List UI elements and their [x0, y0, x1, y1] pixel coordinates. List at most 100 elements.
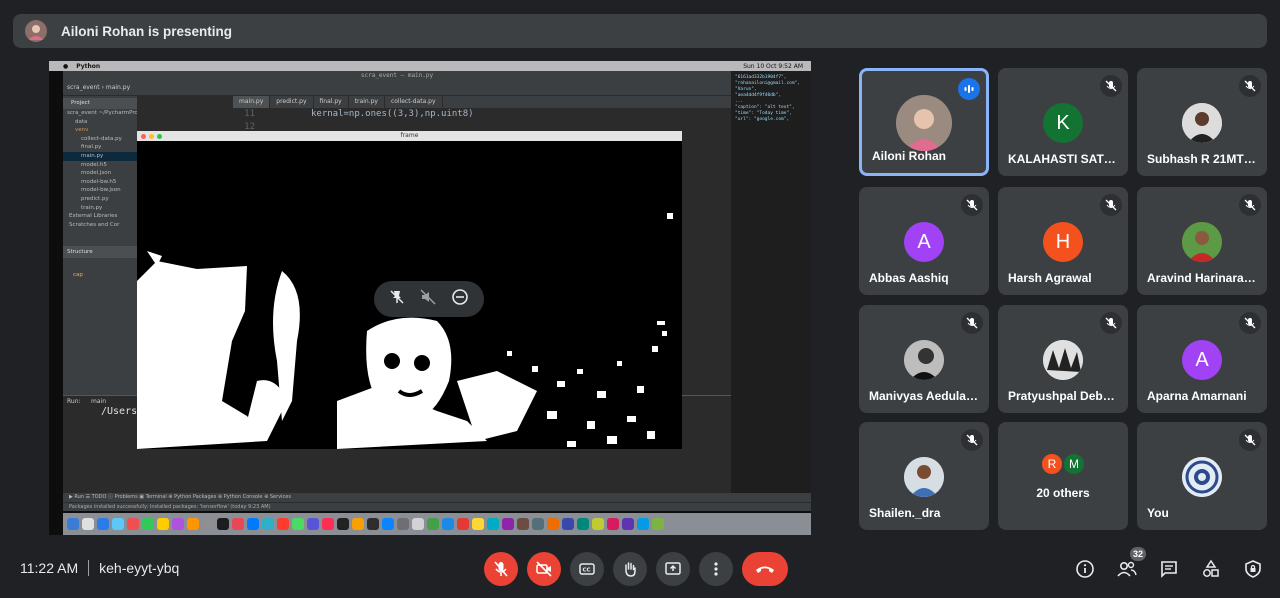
- activities-icon: [1203, 559, 1219, 577]
- participant-name: Manivyas Aedulap...: [869, 389, 981, 403]
- mac-app-name: Python: [76, 62, 101, 70]
- participant-tile[interactable]: K KALAHASTI SATH...: [998, 68, 1128, 176]
- chat-icon: [1161, 561, 1177, 578]
- chat-button[interactable]: [1158, 557, 1180, 581]
- mic-off-icon: [1239, 194, 1261, 216]
- mac-clock: Sun 10 Oct 9:52 AM: [743, 62, 803, 70]
- mic-off-icon: [961, 194, 983, 216]
- info-icon: [1076, 560, 1094, 578]
- participant-name: Pratyushpal Debn...: [1008, 389, 1120, 403]
- participant-name: Abbas Aashiq: [869, 271, 949, 285]
- raise-hand-button[interactable]: [613, 552, 647, 586]
- project-row: model-bw.h5: [81, 178, 117, 185]
- code-line: kernal=np.ones((3,3),np.uint8): [311, 109, 474, 119]
- avatar: R: [1040, 452, 1064, 476]
- meeting-time: 11:22 AM: [20, 560, 79, 576]
- ide-tab: train.py: [349, 96, 385, 108]
- avatar: K: [1043, 103, 1083, 143]
- meeting-code: keh-eyyt-ybq: [99, 560, 180, 576]
- participant-name: Aparna Amarnani: [1147, 389, 1247, 403]
- project-header: Project: [63, 98, 137, 109]
- avatar: [1043, 340, 1083, 380]
- line-number: 11: [244, 109, 255, 119]
- camera-toggle-button[interactable]: [527, 552, 561, 586]
- project-row: model.h5: [81, 161, 107, 168]
- run-label: Run:: [67, 398, 81, 405]
- shared-screen[interactable]: ● Python Sun 10 Oct 9:52 AM scra_event –…: [49, 61, 811, 535]
- participant-name: Harsh Agrawal: [1008, 271, 1092, 285]
- divider: [88, 560, 90, 576]
- avatar: [896, 95, 952, 151]
- mac-dock: [63, 513, 811, 535]
- project-row: main.py: [63, 151, 137, 161]
- ide-status-bar: Packages installed successfully: Install…: [63, 502, 811, 511]
- avatar: [904, 457, 944, 497]
- hand-icon: [625, 562, 636, 577]
- leave-call-button[interactable]: [742, 552, 788, 586]
- apple-icon: ●: [63, 62, 69, 70]
- ide-tab: predict.py: [270, 96, 314, 108]
- self-tile[interactable]: You: [1137, 422, 1267, 530]
- call-end-icon: [756, 566, 774, 573]
- participant-tile[interactable]: Shailen._dra: [859, 422, 989, 530]
- project-row: data: [75, 118, 88, 125]
- ide-tab: collect-data.py: [385, 96, 443, 108]
- captions-button[interactable]: CC: [570, 552, 604, 586]
- activities-button[interactable]: [1200, 557, 1222, 581]
- participant-tile[interactable]: Ailoni Rohan: [859, 68, 989, 176]
- mic-off-icon: [961, 312, 983, 334]
- people-count-badge: 32: [1129, 547, 1146, 561]
- ide-bottom-tabs: ▶ Run ☰ TODO ⓘ Problems ▣ Terminal ⊕ Pyt…: [63, 493, 811, 502]
- ide-title: scra_event – main.py: [63, 71, 731, 80]
- avatar: [1182, 457, 1222, 497]
- mic-off-icon: [1239, 75, 1261, 97]
- mute-for-all-icon[interactable]: [420, 288, 436, 310]
- participant-tile[interactable]: A Aparna Amarnani: [1137, 305, 1267, 413]
- project-row: predict.py: [81, 195, 109, 202]
- participant-name: You: [1147, 506, 1169, 520]
- present-now-button[interactable]: [656, 552, 690, 586]
- project-row: External Libraries: [69, 213, 118, 220]
- participant-tile[interactable]: H Harsh Agrawal: [998, 187, 1128, 295]
- more-options-button[interactable]: [699, 552, 733, 586]
- people-icon: [1117, 561, 1137, 577]
- microphone-toggle-button[interactable]: [484, 552, 518, 586]
- participant-name: Shailen._dra: [869, 506, 941, 520]
- participant-name: Ailoni Rohan: [872, 149, 946, 163]
- avatar: A: [1182, 340, 1222, 380]
- host-controls-button[interactable]: [1242, 557, 1264, 581]
- mic-off-icon: [1239, 312, 1261, 334]
- project-row: Scratches and Cor: [69, 221, 120, 228]
- mic-off-icon: [1100, 312, 1122, 334]
- participant-name: Subhash R 21MTS...: [1147, 152, 1259, 166]
- frame-title: frame: [400, 132, 419, 139]
- mic-off-icon: [1100, 75, 1122, 97]
- structure-item: cap: [73, 272, 83, 278]
- mic-off-icon: [961, 429, 983, 451]
- captions-icon: CC: [579, 563, 595, 575]
- speaking-indicator-icon: [958, 78, 980, 100]
- presenting-banner: Ailoni Rohan is presenting: [13, 14, 1267, 48]
- participant-tile[interactable]: A Abbas Aashiq: [859, 187, 989, 295]
- presenting-title: Ailoni Rohan is presenting: [61, 23, 233, 39]
- participant-tile[interactable]: Subhash R 21MTS...: [1137, 68, 1267, 176]
- remove-icon[interactable]: [451, 288, 469, 311]
- meeting-details-button[interactable]: [1074, 557, 1096, 581]
- tile-hover-controls: [374, 281, 484, 317]
- participant-tile[interactable]: Aravind Harinaray...: [1137, 187, 1267, 295]
- mic-off-icon: [1100, 194, 1122, 216]
- participant-tile[interactable]: Manivyas Aedulap...: [859, 305, 989, 413]
- others-label: 20 others: [1036, 486, 1090, 500]
- participant-tile[interactable]: Pratyushpal Debn...: [998, 305, 1128, 413]
- avatar: [1182, 222, 1222, 262]
- others-tile[interactable]: R M 20 others: [998, 422, 1128, 530]
- people-button[interactable]: 32: [1116, 547, 1146, 581]
- avatar: M: [1062, 452, 1086, 476]
- participant-name: KALAHASTI SATH...: [1008, 152, 1120, 166]
- pin-off-icon[interactable]: [389, 289, 405, 310]
- project-row: train.py: [81, 204, 103, 211]
- participant-name: Aravind Harinaray...: [1147, 271, 1259, 285]
- avatar: A: [904, 222, 944, 262]
- ide-tab: final.py: [314, 96, 349, 108]
- shield-lock-icon: [1245, 560, 1261, 578]
